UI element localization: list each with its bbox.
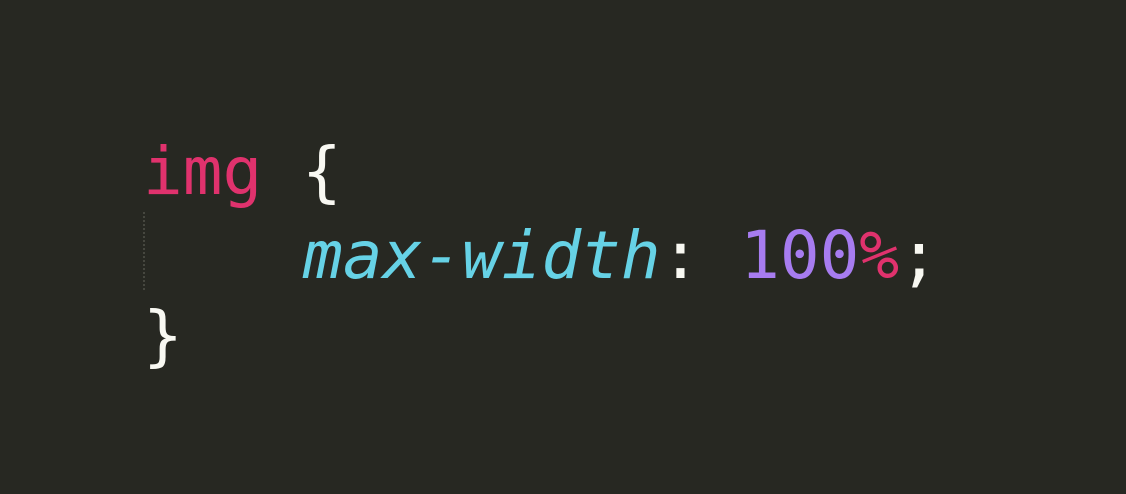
- css-value-number: 100: [740, 217, 860, 294]
- close-brace: }: [143, 297, 183, 374]
- open-brace: {: [301, 133, 342, 210]
- css-selector: img: [143, 133, 263, 210]
- colon: :: [660, 217, 701, 294]
- css-property: max-width: [303, 217, 661, 294]
- code-editor[interactable]: img { max-width: 100%; }: [0, 0, 1126, 494]
- code-line-3[interactable]: }: [143, 298, 183, 374]
- code-line-2[interactable]: max-width: 100%;: [143, 218, 939, 294]
- css-value-unit: %: [859, 217, 900, 294]
- code-line-1[interactable]: img {: [143, 134, 342, 210]
- semicolon: ;: [899, 217, 939, 294]
